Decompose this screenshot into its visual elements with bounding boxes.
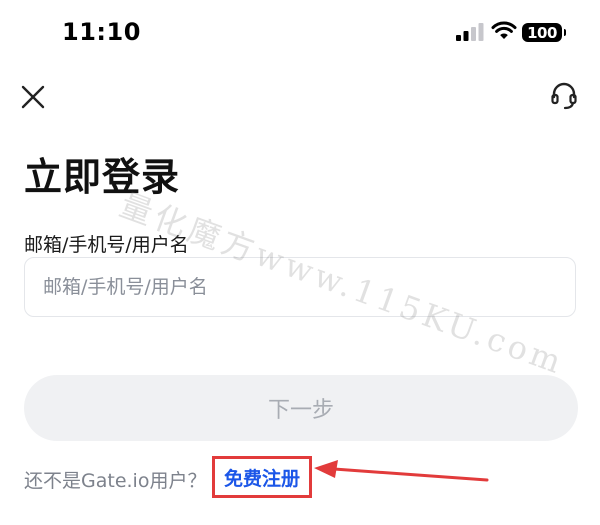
register-prompt: 还不是Gate.io用户？ (24, 470, 207, 492)
register-link[interactable]: 免费注册 (224, 464, 300, 491)
headset-icon[interactable] (548, 80, 580, 112)
close-icon[interactable] (18, 82, 48, 112)
next-button[interactable]: 下一步 (24, 375, 578, 441)
page-title: 立即登录 (24, 155, 181, 199)
wifi-icon (491, 21, 517, 39)
account-input[interactable] (24, 257, 576, 317)
register-highlight-box: 免费注册 (212, 456, 312, 498)
battery-indicator: 100 (522, 23, 566, 42)
cellular-signal-icon (456, 23, 484, 41)
status-bar: 11:10 100 (0, 0, 600, 66)
account-field-label: 邮箱/手机号/用户名 (24, 234, 189, 256)
annotation-arrow (314, 460, 489, 482)
status-time: 11:10 (62, 18, 141, 46)
